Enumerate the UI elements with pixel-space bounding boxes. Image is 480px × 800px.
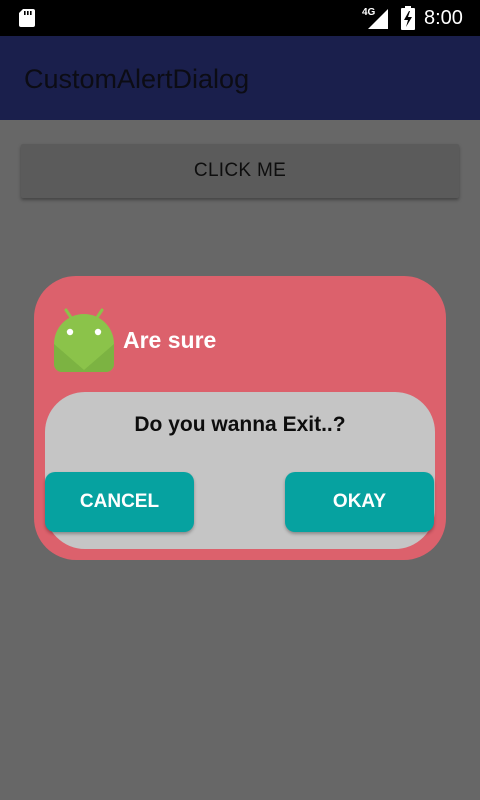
cancel-button[interactable]: CANCEL	[45, 472, 194, 532]
alert-dialog: Are sure Do you wanna Exit..? CANCEL OKA…	[34, 276, 446, 560]
status-bar: 4G 8:00	[0, 0, 480, 36]
battery-icon	[401, 6, 415, 30]
status-clock: 8:00	[424, 7, 463, 29]
app-bar: CustomAlertDialog	[0, 36, 480, 120]
dialog-title: Are sure	[123, 327, 217, 353]
android-icon	[54, 308, 114, 372]
sd-card-icon	[19, 9, 35, 27]
dialog-body: Do you wanna Exit..? CANCEL OKAY	[45, 392, 435, 549]
dialog-message: Do you wanna Exit..?	[134, 413, 346, 436]
signal-icon	[368, 9, 388, 29]
click-me-button[interactable]: CLICK ME	[21, 144, 459, 198]
okay-button[interactable]: OKAY	[285, 472, 434, 532]
app-title: CustomAlertDialog	[24, 64, 250, 94]
